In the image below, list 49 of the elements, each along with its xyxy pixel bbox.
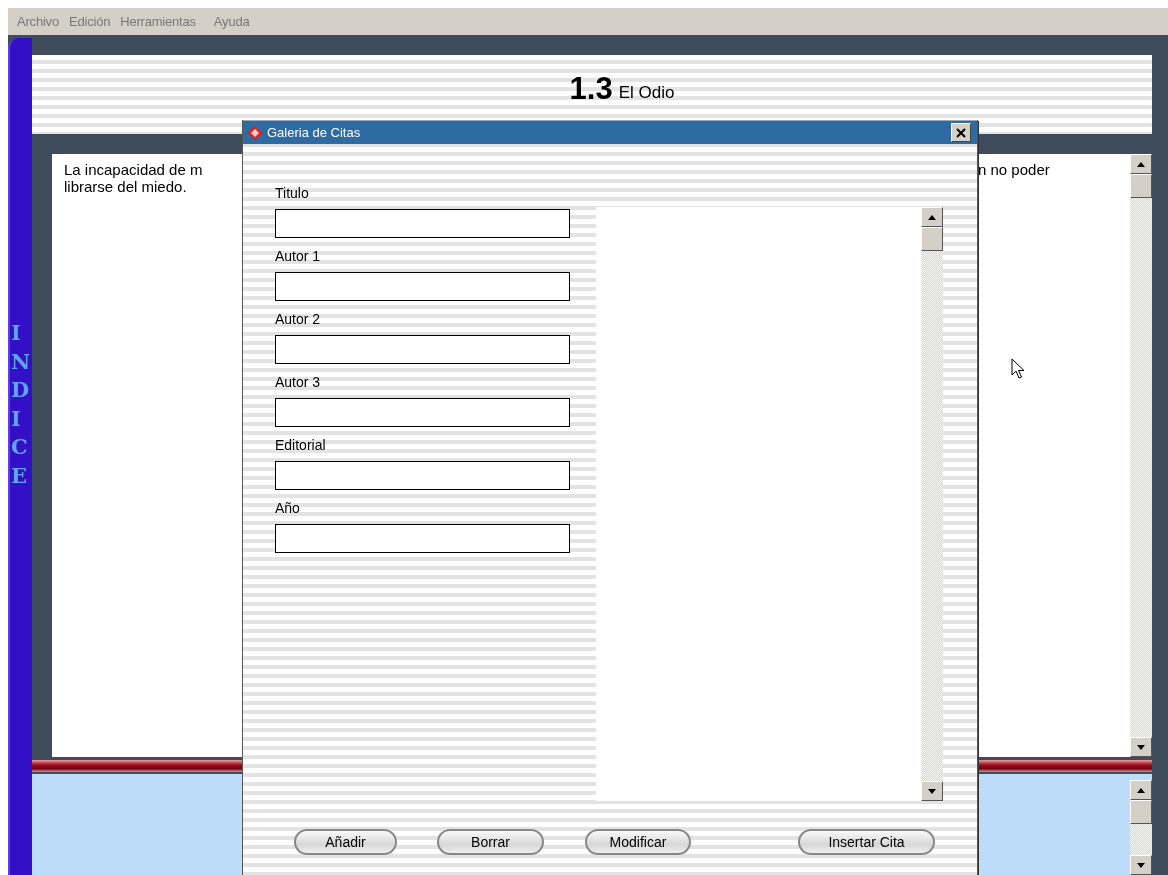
action-button[interactable]: Insertar Cita [798,829,935,855]
menu-item[interactable]: Edición [63,14,116,29]
menu-item[interactable]: Archivo [12,14,64,29]
field-label: Autor 2 [275,310,322,329]
section-number: 1.3 [569,71,613,107]
app-icon [247,125,263,140]
scroll-thumb[interactable] [1130,174,1152,199]
up-arrow-icon [928,214,936,220]
scroll-up-button[interactable] [1130,780,1152,800]
mouse-pointer-icon [1011,358,1025,380]
scroll-down-button[interactable] [1130,737,1152,758]
section-title: El Odio [618,83,675,103]
field-label: Autor 1 [275,247,322,266]
down-arrow-icon [928,788,936,794]
field-label: Titulo [275,184,310,203]
action-button[interactable]: Borrar [437,829,544,855]
menu-item[interactable]: Herramientas [115,14,201,29]
down-arrow-icon [1137,862,1145,868]
input-field[interactable] [275,461,570,490]
scrollbar[interactable] [1130,780,1152,875]
scrollbar[interactable] [1130,154,1152,758]
scrollbar[interactable] [921,207,943,801]
up-arrow-icon [1137,161,1145,167]
paragraph-text: n no poder [978,161,1051,181]
action-button[interactable]: Modificar [585,829,691,855]
scroll-up-button[interactable] [921,207,943,227]
index-label: INDICE [10,319,32,490]
down-arrow-icon [1137,744,1145,750]
menu-item[interactable]: Ayuda [208,14,255,29]
input-field[interactable] [275,524,570,553]
dialog-title: Galeria de Citas [267,125,362,140]
scroll-thumb[interactable] [921,227,943,251]
scroll-thumb[interactable] [1130,800,1152,824]
scroll-up-button[interactable] [1130,154,1152,175]
field-label: Editorial [275,436,327,455]
paragraph-text: La incapacidad de m librarse del miedo. [64,161,204,196]
input-field[interactable] [275,272,570,301]
up-arrow-icon [1137,787,1145,793]
input-field[interactable] [275,209,570,238]
index-sidebar[interactable]: INDICE [8,38,32,875]
scroll-down-button[interactable] [1130,855,1152,875]
close-button[interactable] [951,123,971,142]
field-label: Año [275,499,301,518]
action-button[interactable]: Añadir [294,829,397,855]
input-field[interactable] [275,398,570,427]
input-field[interactable] [275,335,570,364]
scroll-down-button[interactable] [921,781,943,801]
field-label: Autor 3 [275,373,322,392]
close-icon [956,127,966,138]
